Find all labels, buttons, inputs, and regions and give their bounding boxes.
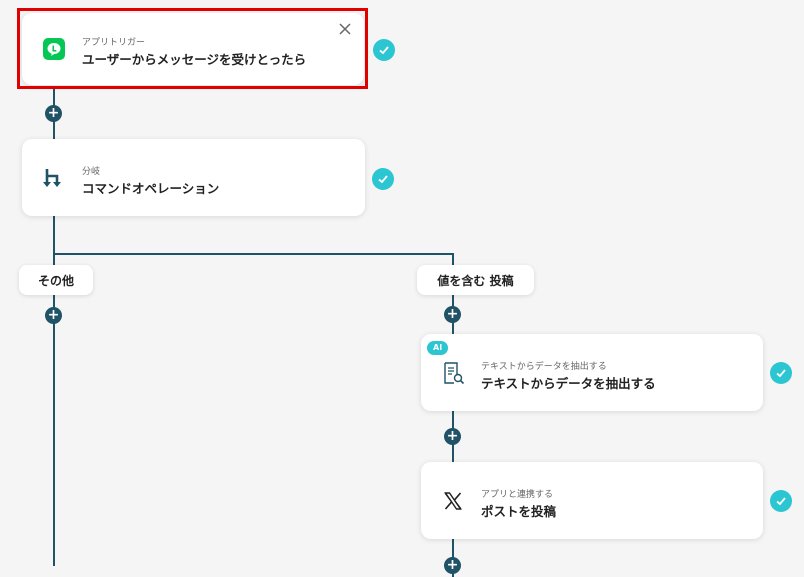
- check-icon: [770, 362, 792, 384]
- add-step-button[interactable]: +: [45, 307, 62, 324]
- add-step-button[interactable]: +: [45, 105, 62, 122]
- add-step-button[interactable]: +: [444, 557, 461, 574]
- step-title: ユーザーからメッセージを受けとったら: [82, 52, 307, 67]
- add-step-button[interactable]: +: [444, 428, 461, 445]
- step-category-label: 分岐: [82, 167, 101, 177]
- check-icon: [770, 490, 792, 512]
- post-step-card[interactable]: アプリと連携する ポストを投稿: [421, 462, 763, 539]
- connector-line: [53, 253, 453, 255]
- add-step-button[interactable]: +: [444, 306, 461, 323]
- step-category-label: テキストからデータを抽出する: [481, 362, 607, 372]
- step-title: ポストを投稿: [481, 504, 557, 519]
- document-search-icon: [441, 361, 465, 385]
- step-title: コマンドオペレーション: [82, 181, 220, 196]
- branch-icon: [42, 166, 66, 190]
- x-logo-icon: [441, 489, 465, 513]
- trigger-step-card[interactable]: アプリトリガー ユーザーからメッセージを受けとったら: [22, 13, 364, 85]
- line-app-icon: [42, 37, 66, 61]
- step-title: テキストからデータを抽出する: [481, 376, 656, 391]
- check-icon: [372, 168, 394, 190]
- check-icon: [373, 39, 395, 61]
- branch-label-contains[interactable]: 値を含む 投稿: [417, 265, 534, 295]
- ai-badge: AI: [427, 341, 449, 355]
- extract-step-card[interactable]: AI テキストからデータを抽出する テキストからデータを抽出する: [421, 334, 763, 411]
- step-category-label: アプリトリガー: [82, 38, 146, 48]
- branch-label-other[interactable]: その他: [19, 265, 93, 295]
- close-icon[interactable]: [338, 21, 352, 35]
- branch-step-card[interactable]: 分岐 コマンドオペレーション: [22, 139, 365, 216]
- step-category-label: アプリと連携する: [481, 490, 554, 500]
- flow-canvas: アプリトリガー ユーザーからメッセージを受けとったら + 分岐 コマンドオペレー…: [0, 0, 804, 577]
